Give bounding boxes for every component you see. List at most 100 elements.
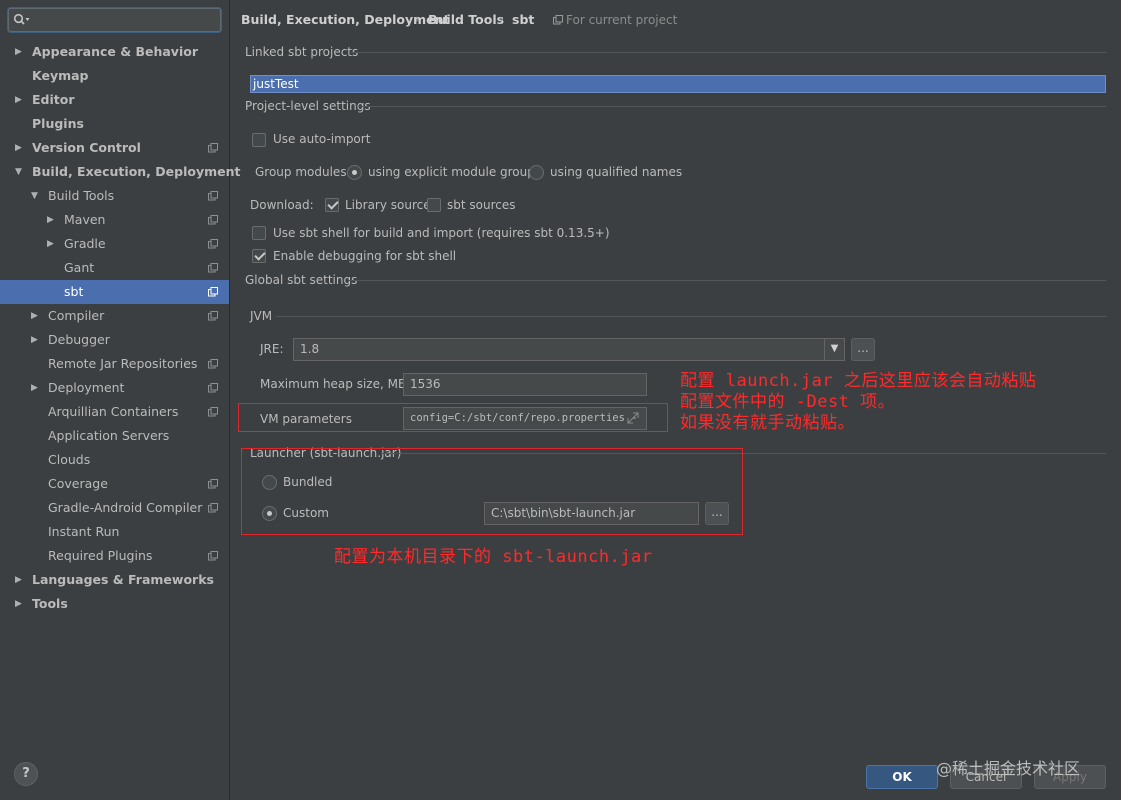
sidebar-item[interactable]: ▶ Maven — [0, 208, 229, 232]
sidebar-item[interactable]: ▼ Build Tools — [0, 184, 229, 208]
collapsed-arrow-icon[interactable]: ▶ — [15, 136, 25, 160]
linked-projects-title: Linked sbt projects — [245, 45, 359, 59]
collapsed-arrow-icon[interactable]: ▶ — [31, 376, 41, 400]
sidebar-item[interactable]: ▶ Deployment — [0, 376, 229, 400]
vm-parameters-annotation: 配置 launch.jar 之后这里应该会自动粘贴 配置文件中的 -Dest 项… — [680, 371, 1037, 433]
sidebar-item-label: Gant — [64, 260, 95, 275]
sidebar-item[interactable]: Coverage — [0, 472, 229, 496]
project-scope-icon — [208, 383, 218, 393]
sidebar-item[interactable]: ▶ Tools — [0, 592, 229, 616]
sidebar-item-label: Compiler — [48, 308, 105, 323]
section-divider — [351, 52, 1106, 53]
auto-import-checkbox[interactable] — [252, 133, 266, 147]
sidebar-item[interactable]: Plugins — [0, 112, 229, 136]
sidebar-item-label: Build, Execution, Deployment — [32, 164, 241, 179]
chevron-down-icon[interactable]: ▼ — [824, 339, 844, 360]
sidebar-item[interactable]: ▶ Appearance & Behavior — [0, 40, 229, 64]
collapsed-arrow-icon[interactable]: ▶ — [15, 88, 25, 112]
sbt-shell-checkbox[interactable] — [252, 226, 266, 240]
sidebar-item-label: Gradle-Android Compiler — [48, 500, 203, 515]
expanded-arrow-icon[interactable]: ▼ — [15, 160, 25, 184]
sidebar-item[interactable]: Gant — [0, 256, 229, 280]
breadcrumb-item-sbt: sbt — [512, 12, 535, 27]
collapsed-arrow-icon[interactable]: ▶ — [15, 592, 25, 616]
collapsed-arrow-icon[interactable]: ▶ — [31, 328, 41, 352]
sidebar-item[interactable]: ▶ Compiler — [0, 304, 229, 328]
sidebar-item[interactable]: Application Servers — [0, 424, 229, 448]
project-scope-icon — [208, 359, 218, 369]
watermark: @稀土掘金技术社区 — [936, 759, 1081, 778]
sbt-sources-label: sbt sources — [447, 198, 516, 212]
sbt-sources-checkbox[interactable] — [427, 198, 441, 212]
project-scope-icon — [208, 191, 218, 201]
download-label: Download: — [250, 198, 314, 212]
debug-shell-checkbox[interactable] — [252, 249, 266, 263]
breadcrumb-item-build-tools[interactable]: Build Tools — [428, 12, 504, 27]
project-scope-icon — [208, 263, 218, 273]
debug-shell-label: Enable debugging for sbt shell — [273, 249, 457, 263]
group-qualified-label: using qualified names — [550, 165, 683, 179]
section-divider — [358, 106, 1106, 107]
project-scope-icon — [208, 239, 218, 249]
sidebar-item-label: Application Servers — [48, 428, 170, 443]
sidebar-item[interactable]: Clouds — [0, 448, 229, 472]
sidebar-item[interactable]: Required Plugins — [0, 544, 229, 568]
group-qualified-radio[interactable] — [529, 165, 544, 180]
section-divider — [348, 280, 1106, 281]
library-sources-label: Library sources — [345, 198, 437, 212]
sidebar-item[interactable]: Remote Jar Repositories — [0, 352, 229, 376]
sidebar-item-label: Remote Jar Repositories — [48, 356, 198, 371]
sidebar-item[interactable]: sbt — [0, 280, 229, 304]
jre-browse-button[interactable]: ... — [851, 338, 875, 361]
collapsed-arrow-icon[interactable]: ▶ — [15, 568, 25, 592]
sidebar-item[interactable]: ▶ Version Control — [0, 136, 229, 160]
settings-search-input[interactable] — [8, 8, 221, 32]
jre-label: JRE: — [260, 342, 284, 356]
sidebar-item[interactable]: Gradle-Android Compiler — [0, 496, 229, 520]
sidebar-item[interactable]: ▶ Debugger — [0, 328, 229, 352]
library-sources-checkbox[interactable] — [325, 198, 339, 212]
group-modules-label: Group modules: — [255, 165, 351, 179]
sidebar-item-label: Instant Run — [48, 524, 120, 539]
sidebar-item-label: Maven — [64, 212, 106, 227]
sidebar-item[interactable]: Arquillian Containers — [0, 400, 229, 424]
sidebar-item-label: Keymap — [32, 68, 89, 83]
sidebar-item[interactable]: ▶ Languages & Frameworks — [0, 568, 229, 592]
sidebar-item-label: Clouds — [48, 452, 91, 467]
project-scope-icon — [208, 479, 218, 489]
sidebar-item-label: Coverage — [48, 476, 108, 491]
sbt-shell-label: Use sbt shell for build and import (requ… — [273, 226, 610, 240]
sidebar-item-label: Plugins — [32, 116, 84, 131]
expanded-arrow-icon[interactable]: ▼ — [31, 184, 41, 208]
linked-project-item[interactable]: justTest — [250, 75, 1106, 93]
project-scope-icon — [208, 551, 218, 561]
jvm-title: JVM — [250, 309, 273, 323]
sidebar-item[interactable]: ▶ Editor — [0, 88, 229, 112]
sidebar-item[interactable]: Instant Run — [0, 520, 229, 544]
project-scope-icon — [208, 503, 218, 513]
project-scope-icon — [208, 287, 218, 297]
sidebar-item-label: Languages & Frameworks — [32, 572, 214, 587]
help-button[interactable]: ? — [14, 762, 38, 786]
sidebar-item[interactable]: Keymap — [0, 64, 229, 88]
sidebar-item-label: sbt — [64, 284, 84, 299]
breadcrumb-separator: › — [415, 12, 420, 26]
jre-select[interactable]: 1.8 ▼ — [293, 338, 845, 361]
collapsed-arrow-icon[interactable]: ▶ — [15, 40, 25, 64]
collapsed-arrow-icon[interactable]: ▶ — [47, 232, 57, 256]
sidebar-item-label: Editor — [32, 92, 75, 107]
project-scope-icon — [553, 15, 563, 25]
group-explicit-radio[interactable] — [347, 165, 362, 180]
collapsed-arrow-icon[interactable]: ▶ — [47, 208, 57, 232]
sidebar-item-label: Version Control — [32, 140, 141, 155]
sidebar-item-label: Deployment — [48, 380, 125, 395]
sidebar-item[interactable]: ▶ Gradle — [0, 232, 229, 256]
sidebar-item[interactable]: ▼ Build, Execution, Deployment — [0, 160, 240, 184]
sidebar-item-label: Gradle — [64, 236, 106, 251]
ok-button[interactable]: OK — [866, 765, 938, 789]
heap-size-input[interactable]: 1536 — [403, 373, 647, 396]
collapsed-arrow-icon[interactable]: ▶ — [31, 304, 41, 328]
sbt-settings-panel: Build, Execution, Deployment › Build Too… — [231, 0, 1121, 800]
project-scope-icon — [208, 407, 218, 417]
heap-size-label: Maximum heap size, MB — [260, 377, 407, 391]
